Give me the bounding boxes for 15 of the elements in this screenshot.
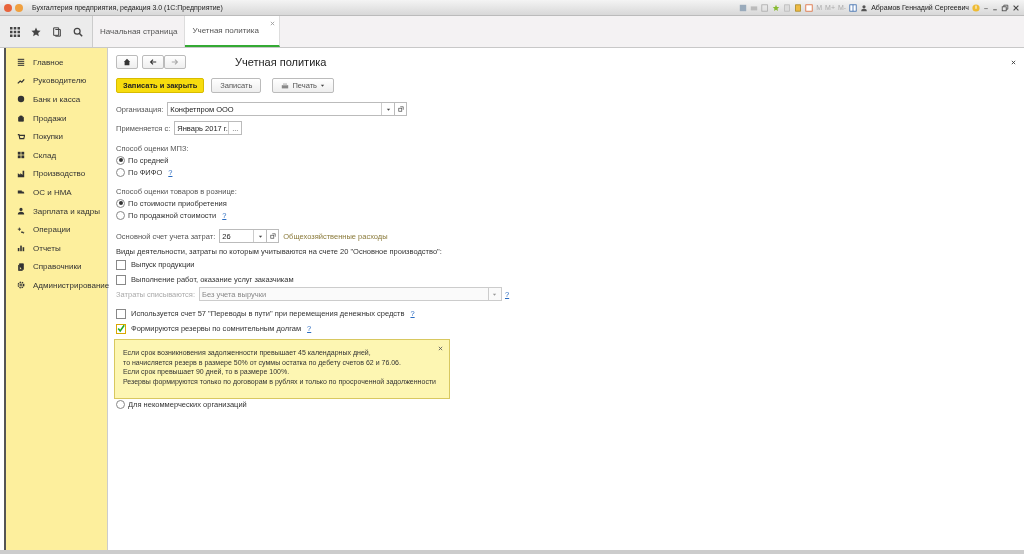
sidebar-item[interactable]: Главное <box>6 53 107 72</box>
sidebar-item[interactable]: Операции <box>6 220 107 239</box>
sidebar-item[interactable]: Администрирование <box>6 276 107 295</box>
sidebar-item[interactable]: Банк и касса <box>6 90 107 109</box>
form-title: Учетная политика <box>235 56 327 68</box>
sidebar-item[interactable]: Покупки <box>6 127 107 146</box>
sidebar-item[interactable]: Зарплата и кадры <box>6 201 107 221</box>
sidebar-item[interactable]: Продажи <box>6 108 107 128</box>
sidebar-item[interactable]: Руководителю <box>6 71 107 91</box>
tab[interactable]: Учетная политика <box>185 16 280 47</box>
sidebar-item[interactable]: ОС и НМА <box>6 183 107 202</box>
sidebar-item[interactable]: Справочники <box>6 257 107 277</box>
sidebar-item[interactable]: Производство <box>6 164 107 184</box>
sidebar-item[interactable]: Отчеты <box>6 238 107 258</box>
sidebar-item[interactable]: Склад <box>6 145 107 165</box>
